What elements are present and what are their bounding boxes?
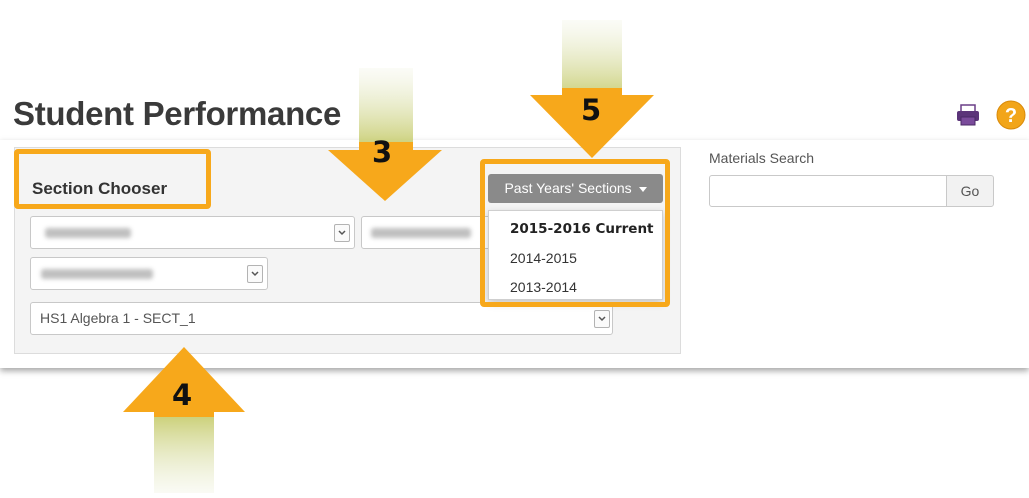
course-select[interactable] [30,257,268,290]
materials-search-input[interactable] [709,175,947,207]
help-glyph: ? [1005,105,1017,127]
redacted-value [41,269,153,279]
callout-arrow-5: 5 [530,20,654,160]
section-chooser-highlight [14,149,211,209]
school-select[interactable] [30,216,355,249]
past-years-highlight [480,159,670,307]
chevron-down-icon [594,310,610,328]
chevron-down-icon [247,265,263,283]
help-icon[interactable]: ? [996,100,1026,130]
callout-arrow-4: 4 [123,345,245,493]
callout-number-4: 4 [172,378,193,412]
materials-search-label: Materials Search [709,150,815,166]
go-button[interactable]: Go [946,175,994,207]
print-icon[interactable] [956,104,980,126]
redacted-value [45,228,131,238]
callout-number-5: 5 [581,93,602,127]
chevron-down-icon [334,224,350,242]
callout-arrow-3: 3 [328,68,442,203]
callout-number-3: 3 [372,135,393,169]
section-select-value: HS1 Algebra 1 - SECT_1 [40,310,196,326]
redacted-value [371,228,471,238]
page-title: Student Performance [13,95,342,132]
